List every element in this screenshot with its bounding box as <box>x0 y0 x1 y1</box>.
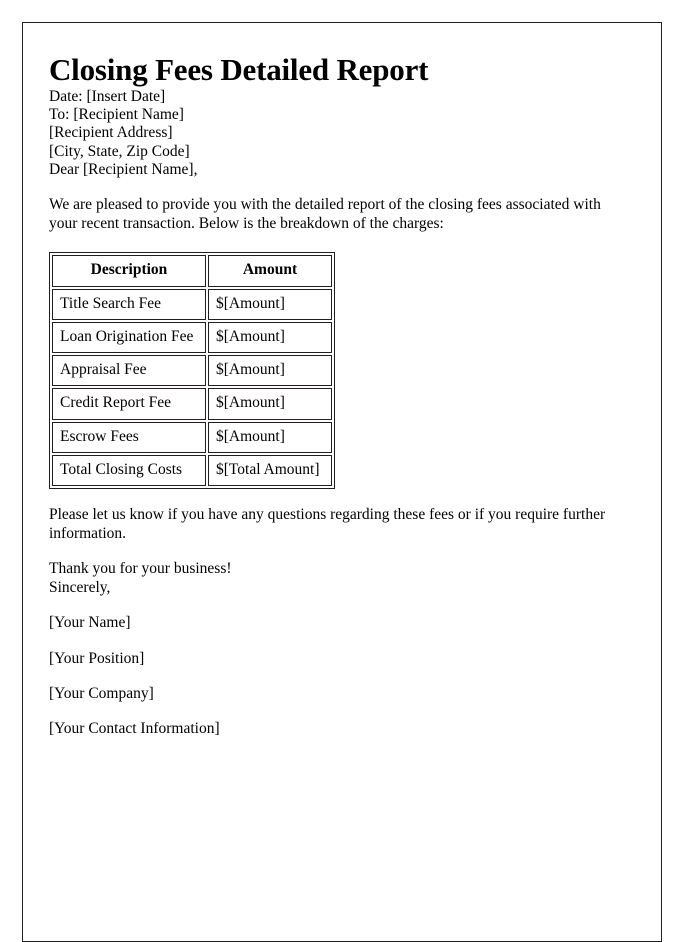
cell-amount-total: $[Total Amount] <box>208 455 332 487</box>
table-head: Description Amount <box>52 255 332 287</box>
header-line-recipient-address: [Recipient Address] <box>49 124 173 142</box>
cell-amount: $[Amount] <box>208 421 332 453</box>
column-header-description: Description <box>52 255 206 287</box>
table-row-total: Total Closing Costs $[Total Amount] <box>52 455 332 487</box>
table-header-row: Description Amount <box>52 255 332 287</box>
table-row: Title Search Fee $[Amount] <box>52 288 332 320</box>
closing-fees-table: Description Amount Title Search Fee $[Am… <box>49 252 335 490</box>
salutation: Dear [Recipient Name], <box>49 160 198 178</box>
cell-amount: $[Amount] <box>208 355 332 387</box>
intro-paragraph: We are pleased to provide you with the d… <box>49 196 601 232</box>
cell-amount: $[Amount] <box>208 388 332 420</box>
signature-line-contact: [Your Contact Information] <box>49 720 220 738</box>
header-line-date: Date: [Insert Date] <box>49 87 166 105</box>
thanks-line: Thank you for your business! <box>49 560 232 578</box>
signature-line-name: [Your Name] <box>49 614 131 632</box>
table-row: Credit Report Fee $[Amount] <box>52 388 332 420</box>
cell-description: Title Search Fee <box>52 288 206 320</box>
cell-description-total: Total Closing Costs <box>52 455 206 487</box>
column-header-amount: Amount <box>208 255 332 287</box>
letter-header-block: Date: [Insert Date] To: [Recipient Name]… <box>49 88 635 161</box>
signature-block: Sincerely, [Your Name] [Your Position] [… <box>49 579 635 738</box>
cell-amount: $[Amount] <box>208 321 332 354</box>
closing-paragraph: Please let us know if you have any quest… <box>49 506 606 542</box>
header-line-recipient-name: To: [Recipient Name] <box>49 106 184 123</box>
table-row: Loan Origination Fee $[Amount] <box>52 321 332 354</box>
cell-description: Appraisal Fee <box>52 355 206 387</box>
signoff: Sincerely, <box>49 579 111 597</box>
cell-description: Loan Origination Fee <box>52 321 206 354</box>
cell-description: Credit Report Fee <box>52 388 206 420</box>
header-line-recipient-city-state-zip: [City, State, Zip Code] <box>49 142 190 160</box>
table-body: Title Search Fee $[Amount] Loan Originat… <box>52 288 332 487</box>
signature-line-position: [Your Position] <box>49 649 145 667</box>
document-page: Closing Fees Detailed Report Date: [Inse… <box>22 22 662 942</box>
document-body: Closing Fees Detailed Report Date: [Inse… <box>23 23 661 738</box>
cell-description: Escrow Fees <box>52 421 206 453</box>
page-title: Closing Fees Detailed Report <box>49 52 429 87</box>
signature-line-company: [Your Company] <box>49 684 154 702</box>
table-row: Escrow Fees $[Amount] <box>52 421 332 453</box>
table-row: Appraisal Fee $[Amount] <box>52 355 332 387</box>
cell-amount: $[Amount] <box>208 288 332 320</box>
